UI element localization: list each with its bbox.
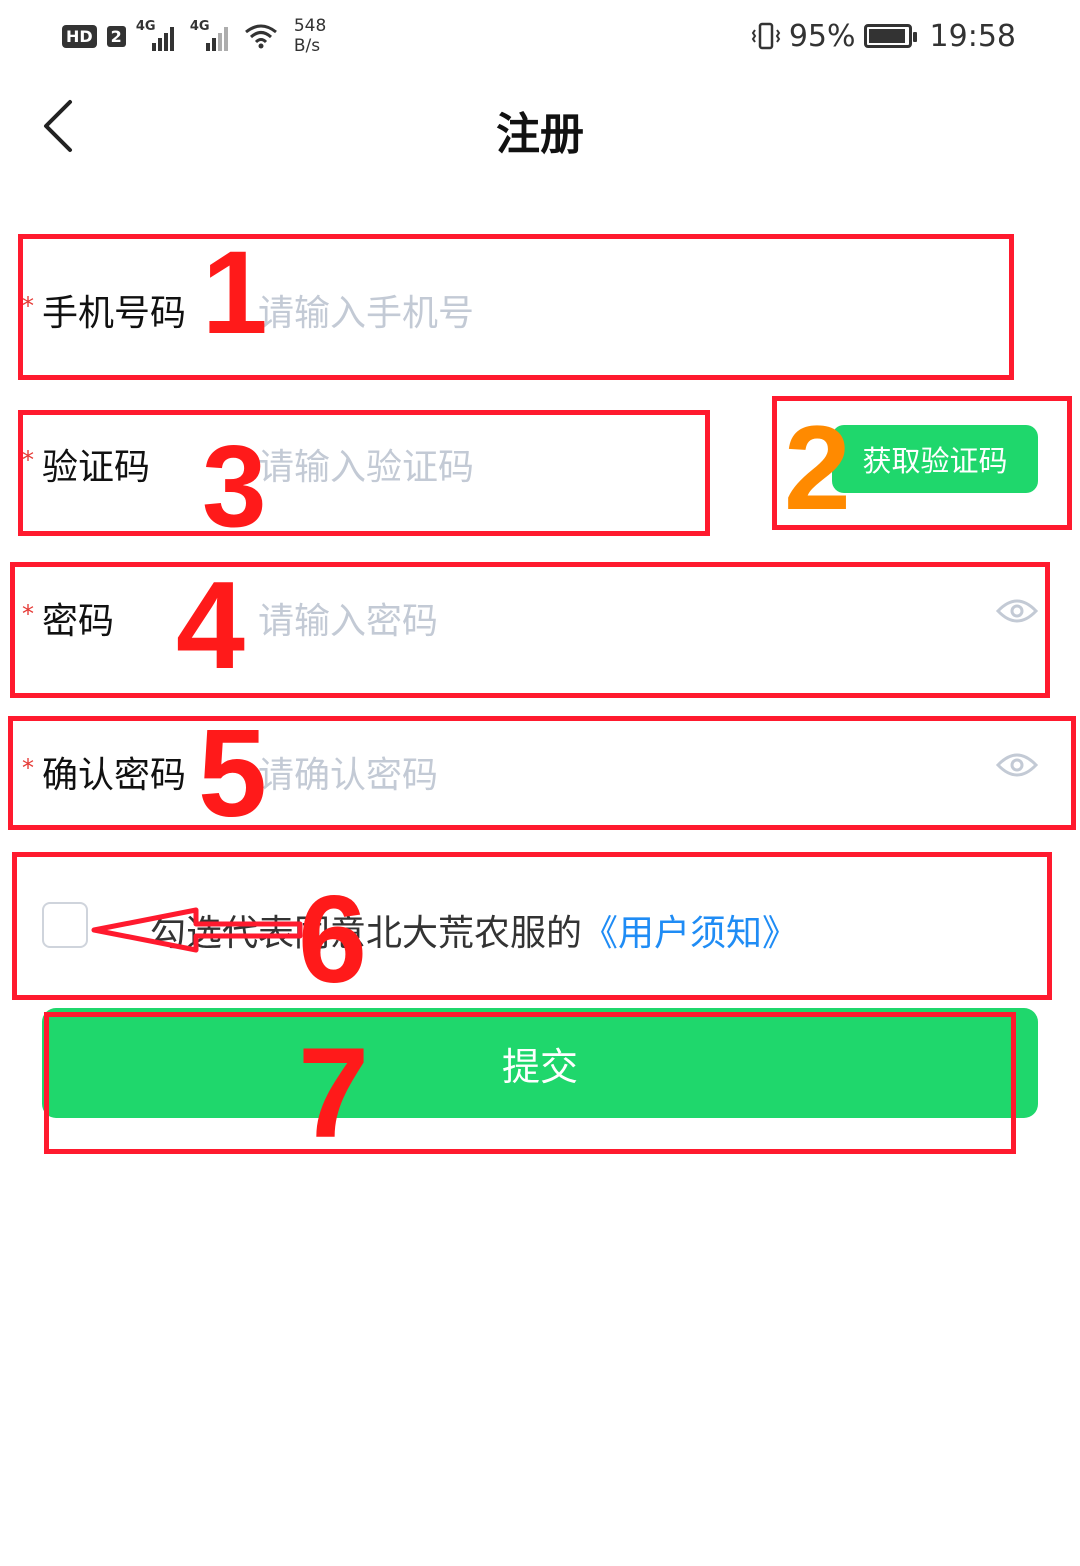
- arrow-annotation-icon: [91, 907, 303, 953]
- required-mark: *: [22, 600, 34, 628]
- required-mark: *: [22, 292, 34, 320]
- sim-badge: 2: [106, 25, 126, 47]
- annotation-number-2: 2: [784, 401, 851, 535]
- get-code-button[interactable]: 获取验证码: [832, 425, 1038, 493]
- vibrate-icon: [751, 22, 781, 50]
- clock: 19:58: [929, 18, 1016, 54]
- annotation-number-5: 5: [198, 705, 267, 843]
- confirm-password-input[interactable]: 请确认密码: [258, 746, 438, 798]
- battery-icon: [863, 24, 917, 48]
- annotation-number-7: 7: [298, 1022, 370, 1165]
- signal-icon-1: 4G: [136, 19, 180, 51]
- annotation-number-3: 3: [202, 421, 267, 551]
- phone-input[interactable]: 请输入手机号: [258, 284, 474, 336]
- hd-badge: HD: [62, 24, 97, 48]
- status-bar: HD 2 4G 4G 548 B/s 95% 19:58: [0, 0, 1080, 70]
- annotation-number-6: 6: [298, 871, 367, 1009]
- phone-label: 手机号码: [42, 293, 187, 334]
- password-input[interactable]: 请输入密码: [258, 592, 438, 644]
- agreement-checkbox[interactable]: [42, 902, 88, 948]
- confirm-password-label: 确认密码: [42, 755, 187, 796]
- signal-icon-2: 4G: [190, 19, 234, 51]
- eye-icon[interactable]: [996, 751, 1038, 779]
- password-label: 密码: [42, 601, 115, 642]
- annotation-box-7: [44, 1012, 1016, 1154]
- page-title: 注册: [496, 109, 584, 160]
- wifi-icon: [244, 24, 277, 49]
- code-input[interactable]: 请输入验证码: [258, 438, 474, 490]
- eye-icon[interactable]: [996, 597, 1038, 625]
- code-label: 验证码: [42, 447, 151, 488]
- required-mark: *: [22, 754, 34, 782]
- required-mark: *: [22, 446, 34, 474]
- battery-percent: 95%: [788, 18, 856, 54]
- annotation-box-4: [10, 562, 1050, 698]
- network-speed: 548 B/s: [293, 16, 327, 56]
- user-notice-link[interactable]: 《用户须知》: [582, 913, 798, 954]
- annotation-number-1: 1: [202, 227, 268, 359]
- annotation-number-4: 4: [176, 557, 245, 695]
